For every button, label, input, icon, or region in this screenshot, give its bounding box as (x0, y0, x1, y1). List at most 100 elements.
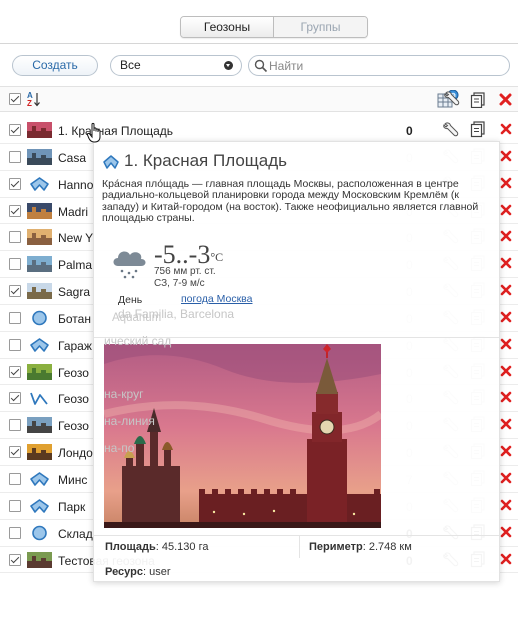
row-checkbox[interactable] (9, 258, 21, 271)
ghost-text: ический сад (104, 334, 172, 348)
row-checkbox[interactable] (9, 150, 21, 163)
row-checkbox[interactable] (9, 392, 21, 405)
row-checkbox[interactable] (9, 446, 21, 459)
row-checkbox[interactable] (9, 365, 21, 378)
delete-icon[interactable] (500, 445, 512, 460)
geozone-name[interactable]: Парк (58, 500, 85, 514)
weather-period: День (118, 294, 143, 306)
circle-icon (27, 525, 52, 541)
delete-icon[interactable] (500, 365, 512, 380)
table-row[interactable]: 1. Красная Площадь 0 (0, 117, 518, 144)
row-checkbox[interactable] (9, 472, 21, 485)
geozone-name[interactable]: Palma (58, 258, 92, 272)
snow-cloud-icon (113, 251, 146, 279)
geozone-name[interactable]: Madri (58, 205, 88, 219)
delete-icon[interactable] (500, 338, 512, 353)
geozone-thumbnail (27, 444, 52, 461)
geozone-thumbnail (27, 363, 52, 380)
copy-all-icon[interactable] (470, 92, 486, 108)
geozone-info-popup: 1. Красная Площадь Кра́сная пло́щадь — г… (93, 141, 500, 582)
row-checkbox[interactable] (9, 499, 21, 512)
polyline-icon (27, 390, 52, 406)
sort-az-icon[interactable]: A Z (27, 91, 41, 108)
geozone-name[interactable]: Hanno (58, 178, 93, 192)
geozone-name[interactable]: Склад (58, 527, 93, 541)
perimeter-label: Периметр (309, 541, 363, 553)
perimeter-value: : 2.748 км (362, 541, 412, 553)
row-checkbox[interactable] (9, 526, 21, 539)
delete-icon[interactable] (500, 499, 512, 514)
copy-icon[interactable] (470, 121, 486, 141)
row-checkbox[interactable] (9, 124, 21, 136)
search-icon (254, 59, 268, 73)
row-checkbox[interactable] (9, 285, 21, 298)
row-checkbox[interactable] (9, 311, 21, 324)
ghost-text: на-круг (104, 387, 144, 401)
geozone-thumbnail (27, 122, 52, 138)
row-checkbox[interactable] (9, 231, 21, 244)
geozone-name[interactable]: Casa (58, 151, 86, 165)
delete-icon[interactable] (500, 284, 512, 299)
geozone-name[interactable]: 1. Красная Площадь (58, 124, 173, 138)
geozone-name[interactable]: Лондо (58, 446, 93, 460)
create-button[interactable]: Создать (12, 55, 98, 76)
geozone-name[interactable]: Sagra (58, 285, 90, 299)
delete-icon[interactable] (500, 204, 512, 219)
geozone-thumbnail (27, 229, 52, 246)
search-input[interactable] (269, 58, 499, 73)
delete-icon[interactable] (500, 553, 512, 568)
search-box (248, 55, 510, 76)
row-checkbox[interactable] (9, 419, 21, 432)
row-checkbox[interactable] (9, 177, 21, 190)
wrench-icon[interactable] (441, 122, 461, 141)
delete-icon[interactable] (500, 472, 512, 487)
tab-geozones[interactable]: Геозоны (181, 17, 274, 37)
geozone-name[interactable]: Геозо (58, 366, 89, 380)
polygon-icon (103, 155, 119, 169)
geozone-name[interactable]: New Y (58, 231, 93, 245)
select-all-checkbox[interactable] (9, 93, 21, 105)
delete-icon[interactable] (500, 526, 512, 541)
geozone-name[interactable]: Геозо (58, 419, 89, 433)
polygon-icon (27, 498, 52, 514)
geozone-photo (104, 344, 381, 528)
divider (94, 535, 499, 536)
delete-icon[interactable] (500, 123, 512, 138)
area-value: : 45.130 га (155, 541, 209, 553)
ghost-text: на-линия (104, 414, 155, 428)
ghost-text: da Familia, Barcelona (118, 307, 235, 321)
filter-select-value: Все (120, 58, 141, 72)
geozone-name[interactable]: Геозо (58, 392, 89, 406)
geozone-thumbnail (27, 283, 52, 300)
row-checkbox[interactable] (9, 338, 21, 351)
temperature-unit: °C (210, 250, 224, 264)
delete-all-icon[interactable] (499, 93, 512, 106)
hand-cursor-icon (86, 122, 101, 143)
delete-icon[interactable] (500, 311, 512, 326)
geozone-thumbnail (27, 148, 52, 165)
resource-label: Ресурс (105, 566, 143, 578)
area-info: Площадь: 45.130 га (105, 541, 208, 553)
delete-icon[interactable] (500, 150, 512, 165)
row-checkbox[interactable] (9, 204, 21, 217)
delete-icon[interactable] (500, 418, 512, 433)
tab-groups[interactable]: Группы (274, 17, 367, 37)
filter-select[interactable]: Все (110, 55, 242, 76)
delete-icon[interactable] (500, 257, 512, 272)
weather-link[interactable]: погода Москва (181, 293, 252, 305)
list-header: A Z ⚙ (0, 86, 518, 112)
geozone-name[interactable]: Гараж (58, 339, 92, 353)
popup-title: 1. Красная Площадь (124, 151, 287, 170)
geozone-name[interactable]: Минс (58, 473, 87, 487)
geozone-thumbnail (27, 417, 52, 434)
resource-info: Ресурс: user (105, 566, 170, 578)
ghost-text: на-по (104, 441, 135, 455)
row-checkbox[interactable] (9, 553, 21, 566)
delete-icon[interactable] (500, 177, 512, 192)
delete-icon[interactable] (500, 230, 512, 245)
wrench-icon[interactable] (443, 91, 461, 107)
delete-icon[interactable] (500, 391, 512, 406)
geozone-name[interactable]: Ботан (58, 312, 91, 326)
area-label: Площадь (105, 541, 156, 553)
geozone-thumbnail (27, 256, 52, 273)
